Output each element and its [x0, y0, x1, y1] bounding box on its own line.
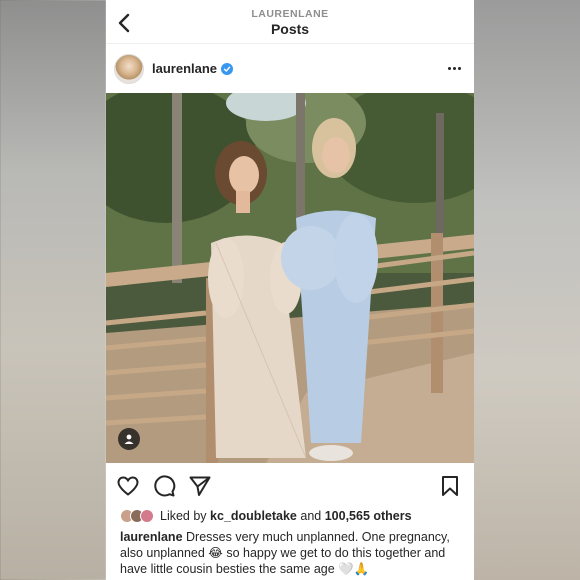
share-button[interactable] — [188, 474, 212, 498]
post-photo[interactable] — [106, 93, 474, 463]
instagram-post-screen: LAURENLANE Posts laurenlane Liked by kc_… — [106, 0, 474, 580]
save-button[interactable] — [438, 474, 462, 498]
top-navigation-bar: LAURENLANE Posts — [106, 0, 474, 44]
likes-count[interactable]: 100,565 others — [325, 509, 412, 523]
post-header: laurenlane — [106, 48, 474, 90]
more-options-button[interactable] — [444, 60, 464, 76]
post-photo-image — [106, 93, 474, 463]
more-dots-icon — [447, 66, 451, 70]
verified-badge-icon — [221, 62, 234, 75]
comment-icon — [154, 475, 176, 497]
like-button[interactable] — [116, 474, 140, 498]
more-dot — [452, 66, 456, 70]
avatar[interactable] — [114, 54, 144, 84]
comment-button[interactable] — [152, 474, 176, 498]
post-username[interactable]: laurenlane — [152, 61, 234, 76]
caption-username[interactable]: laurenlane — [120, 530, 183, 544]
and-word: and — [300, 509, 322, 523]
username-text: laurenlane — [152, 61, 218, 76]
background-left — [0, 0, 106, 580]
user-tag-icon — [124, 434, 134, 444]
liker-avatars — [120, 509, 154, 523]
send-icon — [189, 476, 211, 496]
likes-text: Liked by kc_doubletake and 100,565 other… — [160, 509, 412, 523]
liked-by-user[interactable]: kc_doubletake — [210, 509, 297, 523]
page-title: Posts — [270, 21, 310, 37]
background-right — [474, 0, 580, 580]
topbar-titles: LAURENLANE Posts — [106, 8, 474, 37]
tags-button[interactable] — [118, 428, 140, 450]
likes-summary[interactable]: Liked by kc_doubletake and 100,565 other… — [120, 507, 412, 525]
liker-avatar — [140, 509, 154, 523]
bookmark-icon — [442, 476, 458, 496]
heart-icon — [117, 476, 139, 496]
post-actions — [106, 471, 474, 499]
account-label: LAURENLANE — [251, 8, 329, 20]
post-caption: laurenlane Dresses very much unplanned. … — [120, 529, 470, 577]
liked-by-prefix: Liked by — [160, 509, 207, 523]
more-dot — [457, 66, 461, 70]
